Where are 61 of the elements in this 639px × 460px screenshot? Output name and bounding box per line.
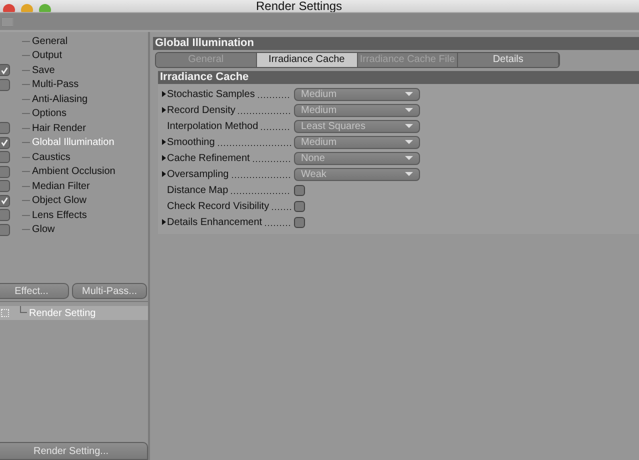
setting-label: Cache Refinement bbox=[167, 152, 250, 164]
checkbox[interactable] bbox=[0, 166, 10, 178]
dotted-leader bbox=[260, 128, 291, 130]
sidebar-item[interactable]: Save bbox=[32, 64, 55, 76]
caret-icon bbox=[405, 140, 413, 144]
setting-label: Interpolation Method bbox=[167, 120, 258, 132]
expand-arrow-icon[interactable] bbox=[162, 139, 166, 145]
caret-icon bbox=[405, 172, 413, 176]
sidebar-item[interactable]: Lens Effects bbox=[32, 210, 87, 221]
expand-arrow-icon[interactable] bbox=[162, 219, 166, 225]
checkbox[interactable] bbox=[294, 200, 305, 212]
checkbox[interactable] bbox=[294, 216, 305, 228]
section-header: Irradiance Cache bbox=[158, 71, 639, 84]
sidebar-item[interactable]: General bbox=[32, 36, 68, 47]
sidebar-item[interactable]: Output bbox=[32, 50, 62, 62]
sidebar-item[interactable]: Anti-Aliasing bbox=[32, 94, 88, 105]
checkbox[interactable] bbox=[0, 209, 10, 222]
checkbox[interactable] bbox=[0, 194, 10, 207]
tab[interactable]: Irradiance Cache bbox=[256, 53, 358, 67]
setting-label: Details Enhancement bbox=[167, 216, 262, 228]
checkbox[interactable] bbox=[0, 64, 10, 76]
expand-arrow-icon[interactable] bbox=[162, 171, 166, 177]
dotted-leader bbox=[230, 176, 291, 178]
sidebar-item[interactable]: Caustics bbox=[32, 152, 70, 163]
dotted-leader bbox=[271, 208, 291, 210]
setting-label: Stochastic Samples bbox=[167, 88, 255, 100]
dotted-leader bbox=[237, 112, 291, 114]
sidebar-item[interactable]: Median Filter bbox=[32, 180, 90, 192]
grip-icon[interactable] bbox=[2, 18, 13, 26]
expand-arrow-icon[interactable] bbox=[162, 155, 166, 161]
caret-icon bbox=[405, 156, 413, 160]
setting-label: Record Density bbox=[167, 104, 236, 116]
tab[interactable]: Details bbox=[458, 53, 559, 67]
sidebar-item[interactable]: Ambient Occlusion bbox=[32, 166, 116, 178]
panel-title: Global Illumination bbox=[153, 37, 639, 50]
checkbox[interactable] bbox=[0, 224, 10, 236]
checkbox[interactable] bbox=[0, 151, 10, 164]
expand-arrow-icon[interactable] bbox=[162, 107, 166, 113]
dotted-leader bbox=[264, 224, 291, 226]
dotted-leader bbox=[230, 192, 291, 194]
caret-icon bbox=[405, 92, 413, 96]
dotted-leader bbox=[252, 160, 291, 162]
checkbox[interactable] bbox=[0, 78, 10, 91]
sidebar-item[interactable]: Options bbox=[32, 108, 66, 120]
dotted-square-icon bbox=[1, 309, 9, 317]
checkbox[interactable] bbox=[0, 136, 10, 149]
expand-arrow-icon[interactable] bbox=[162, 91, 166, 97]
sidebar-item[interactable]: Object Glow bbox=[32, 195, 86, 206]
setting-label: Smoothing bbox=[167, 136, 215, 148]
checkbox[interactable] bbox=[0, 180, 10, 192]
caret-icon bbox=[405, 108, 413, 112]
sidebar-item[interactable]: Glow bbox=[32, 224, 55, 236]
sidebar-item[interactable]: Multi-Pass bbox=[32, 79, 79, 90]
dotted-leader bbox=[256, 96, 291, 98]
caret-icon bbox=[405, 124, 413, 128]
setting-label: Check Record Visibility bbox=[167, 200, 270, 212]
sidebar-item[interactable]: Hair Render bbox=[32, 122, 86, 134]
setting-label: Distance Map bbox=[167, 184, 228, 196]
setting-label: Oversampling bbox=[167, 168, 229, 180]
checkbox[interactable] bbox=[294, 184, 305, 196]
checkbox[interactable] bbox=[0, 122, 10, 134]
